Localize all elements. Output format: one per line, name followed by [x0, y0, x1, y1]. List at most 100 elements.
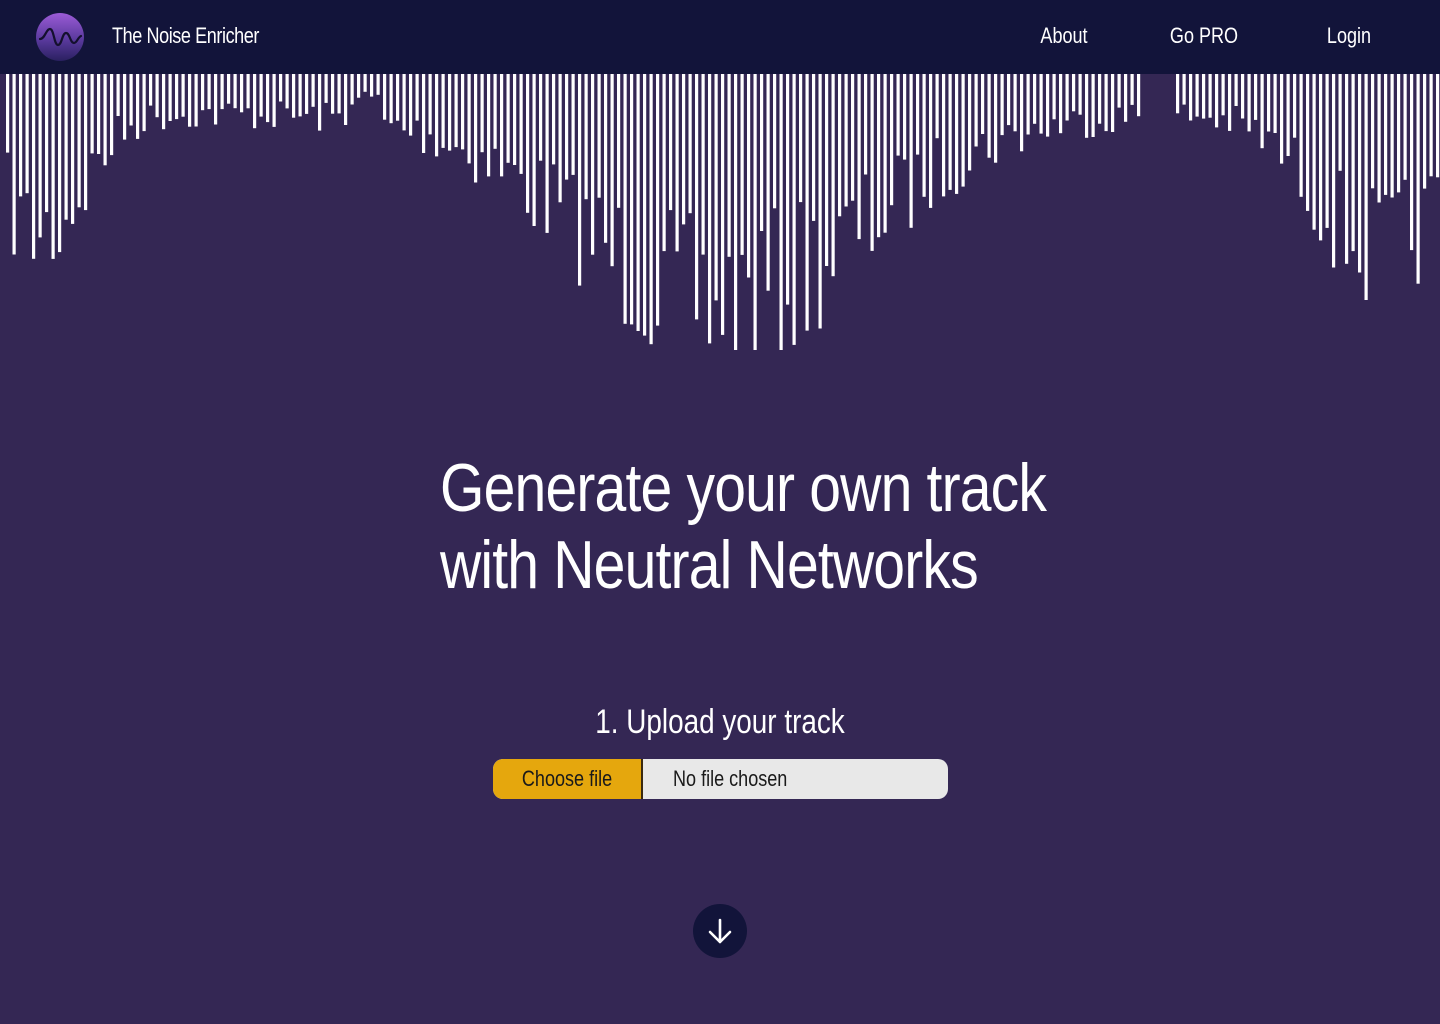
waveform-bar [253, 74, 257, 129]
waveform-bar [396, 74, 400, 121]
waveform-bar [474, 74, 478, 183]
waveform-bar [558, 74, 562, 203]
waveform-bar [1416, 74, 1420, 284]
waveform-bar [77, 74, 81, 208]
waveform-bar [1371, 74, 1375, 189]
waveform-bar [669, 74, 673, 211]
waveform-bar [727, 74, 731, 257]
waveform-bar [155, 74, 159, 118]
waveform-bar [1345, 74, 1349, 264]
waveform-bar [493, 74, 497, 149]
waveform-bar [279, 74, 283, 102]
waveform-bar [350, 74, 354, 105]
waveform-bar [162, 74, 166, 130]
waveform-bar [773, 74, 777, 209]
waveform-bar [409, 74, 413, 136]
waveform-bar [422, 74, 426, 153]
waveform-bar [942, 74, 946, 197]
waveform-bar [877, 74, 881, 238]
waveform-bar [1182, 74, 1186, 105]
waveform-bar [1384, 74, 1388, 195]
waveform-bar [383, 74, 387, 120]
waveform-bar [701, 74, 705, 255]
waveform-bar [389, 74, 393, 124]
waveform-bar [500, 74, 504, 177]
waveform-bar [519, 74, 523, 174]
waveform-bar [1228, 74, 1232, 131]
waveform-bar [916, 74, 920, 155]
waveform-bar [272, 74, 276, 127]
nav-link-about[interactable]: About [1015, 21, 1113, 51]
upload-step-label: 1. Upload your track [595, 703, 845, 741]
waveform-bar [129, 74, 133, 126]
waveform-bar [1364, 74, 1368, 300]
hero-title-line-2: with Neutral Networks [440, 527, 979, 603]
waveform-bar [285, 74, 289, 109]
waveform-bar [1059, 74, 1063, 134]
waveform-bar [454, 74, 458, 148]
waveform-bar [103, 74, 107, 166]
waveform-bar [1104, 74, 1108, 132]
waveform-bar [610, 74, 614, 267]
waveform-bar [90, 74, 94, 154]
waveform-bar [12, 74, 16, 255]
waveform-bar [363, 74, 367, 92]
scroll-down-button[interactable] [693, 904, 747, 958]
waveform-bar [123, 74, 127, 140]
nav-link-go-pro[interactable]: Go PRO [1155, 21, 1253, 51]
waveform-bar [597, 74, 601, 198]
waveform-bar [786, 74, 790, 305]
waveform-bar [1085, 74, 1089, 138]
waveform-bar [214, 74, 218, 125]
waveform-bar [545, 74, 549, 233]
waveform-bar [376, 74, 380, 95]
waveform-bar [935, 74, 939, 139]
waveform-bar [1091, 74, 1095, 137]
waveform-bar [305, 74, 309, 114]
brand-name[interactable]: The Noise Enricher [112, 21, 259, 51]
waveform-bar [682, 74, 686, 225]
waveform-logo-icon[interactable] [36, 13, 84, 61]
waveform-bar [1098, 74, 1102, 124]
waveform-bar [220, 74, 224, 110]
waveform-bar [968, 74, 972, 171]
waveform-bar [1260, 74, 1264, 149]
waveform-bar [714, 74, 718, 301]
waveform-bar [526, 74, 530, 213]
waveform-bar [1234, 74, 1238, 106]
waveform-bar [38, 74, 42, 238]
nav-link-login[interactable]: Login [1300, 21, 1398, 51]
waveform-bar [922, 74, 926, 197]
waveform-bar [1007, 74, 1011, 126]
waveform-bar [760, 74, 764, 231]
waveform-bar [324, 74, 328, 103]
file-upload-field[interactable]: Choose file No file chosen [493, 759, 948, 799]
waveform-bar [591, 74, 595, 255]
waveform-bar [1351, 74, 1355, 252]
waveform-bar [448, 74, 452, 151]
waveform-bar [571, 74, 575, 175]
waveform-bar [1423, 74, 1427, 189]
waveform-bar [51, 74, 55, 259]
waveform-bar [818, 74, 822, 329]
waveform-bar [506, 74, 510, 163]
waveform-bar [961, 74, 965, 187]
waveform-bar [766, 74, 770, 291]
waveform-bar [1390, 74, 1394, 198]
file-status-text: No file chosen [673, 766, 788, 791]
waveform-bar [1325, 74, 1329, 228]
waveform-bar [636, 74, 640, 331]
waveform-bar [1377, 74, 1381, 203]
waveform-bar [1306, 74, 1310, 211]
waveform-bar [812, 74, 816, 221]
waveform-bar [844, 74, 848, 207]
waveform-bar [1052, 74, 1056, 120]
waveform-bar [1436, 74, 1440, 178]
waveform-bar [246, 74, 250, 109]
waveform-bar [552, 74, 556, 165]
choose-file-label: Choose file [521, 766, 613, 791]
waveform-bar [1247, 74, 1251, 132]
waveform-bar [578, 74, 582, 286]
choose-file-button[interactable]: Choose file [493, 759, 643, 799]
waveform-bar [240, 74, 244, 113]
